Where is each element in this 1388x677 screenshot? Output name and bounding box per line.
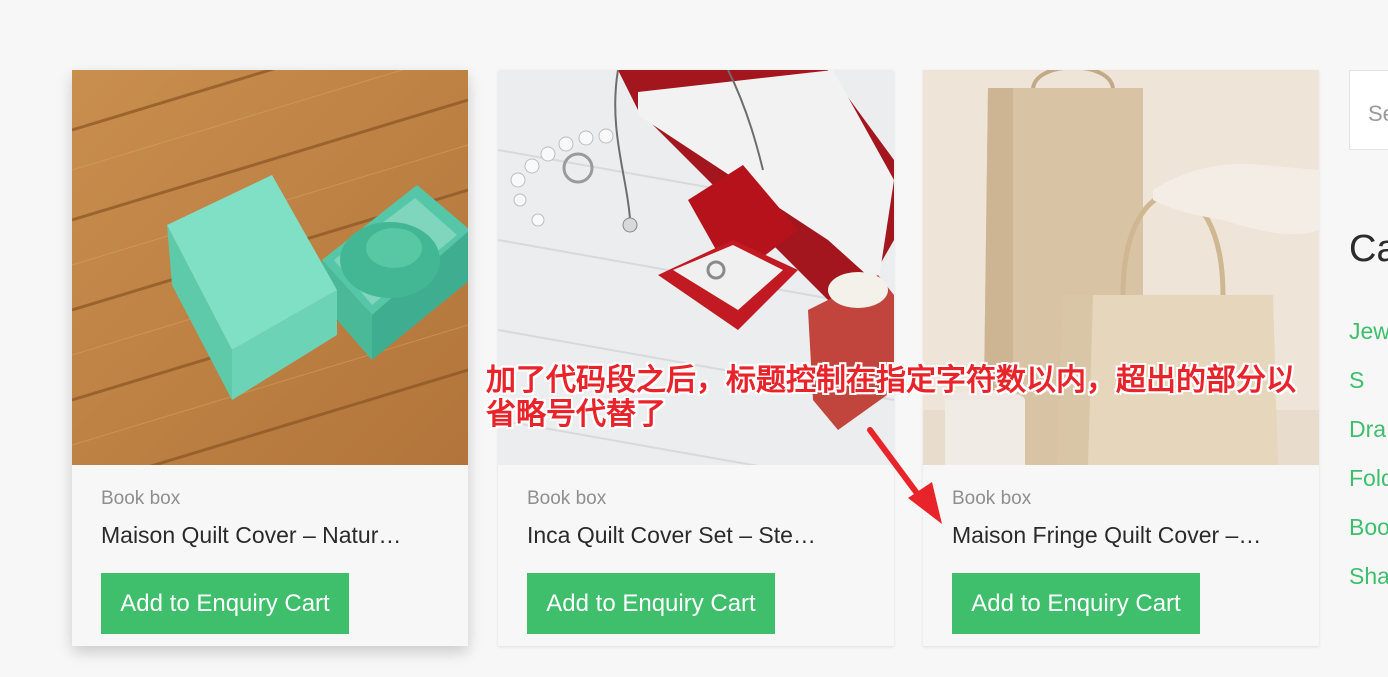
product-card: Book box Inca Quilt Cover Set – Ste… Add…: [498, 70, 894, 646]
add-to-enquiry-cart-button[interactable]: Add to Enquiry Cart: [952, 573, 1200, 634]
add-to-enquiry-cart-button[interactable]: Add to Enquiry Cart: [527, 573, 775, 634]
sidebar-category-link[interactable]: Boo: [1349, 514, 1388, 541]
product-card: Book box Maison Fringe Quilt Cover –… Ad…: [923, 70, 1319, 646]
product-title[interactable]: Maison Fringe Quilt Cover –…: [952, 522, 1292, 549]
add-to-enquiry-cart-button[interactable]: Add to Enquiry Cart: [101, 573, 349, 634]
product-category: Book box: [952, 488, 1032, 509]
sidebar-category-link[interactable]: Fold: [1349, 465, 1388, 492]
search-input[interactable]: Se: [1349, 70, 1388, 150]
categories-heading: Ca: [1349, 228, 1388, 270]
annotation-line: 加了代码段之后，标题控制在指定字符数以内，超出的部分以: [486, 363, 1296, 398]
product-category: Book box: [101, 488, 181, 509]
annotation-arrow-icon: [867, 427, 942, 524]
sidebar-category-link[interactable]: Jew: [1349, 318, 1388, 345]
product-title[interactable]: Inca Quilt Cover Set – Ste…: [527, 522, 867, 549]
product-title[interactable]: Maison Quilt Cover – Natur…: [101, 522, 441, 549]
sidebar-category-link[interactable]: Dra: [1349, 416, 1386, 443]
product-category: Book box: [527, 488, 607, 509]
product-grid-page: Book box Maison Quilt Cover – Natur… Add…: [0, 0, 1388, 677]
product-card: Book box Maison Quilt Cover – Natur… Add…: [72, 70, 468, 646]
product-image[interactable]: [72, 70, 468, 465]
sidebar-category-link[interactable]: Sha: [1349, 563, 1388, 590]
sidebar-category-link[interactable]: S: [1349, 367, 1364, 394]
